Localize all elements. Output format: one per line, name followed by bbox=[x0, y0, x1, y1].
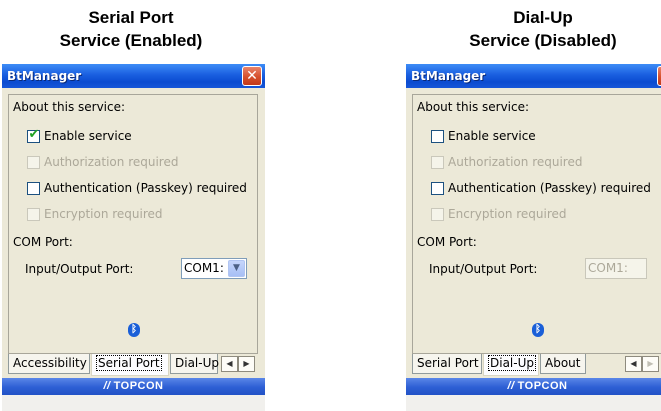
enable-service-label: Enable service bbox=[44, 129, 132, 143]
authentication-checkbox[interactable] bbox=[431, 181, 444, 195]
io-port-label: Input/Output Port: bbox=[25, 262, 134, 276]
service-panel: About this service: ✔ Enable service Aut… bbox=[8, 94, 258, 354]
bluetooth-icon: ᛒ bbox=[128, 323, 140, 337]
footer-brand: TOPCON bbox=[113, 380, 164, 392]
checkbox-row-authorization: Authorization required bbox=[27, 155, 178, 169]
caption-line-1: Serial Port bbox=[88, 8, 174, 27]
encryption-checkbox bbox=[27, 207, 40, 221]
arrow-right-icon[interactable]: ▶ bbox=[238, 356, 255, 372]
caption-line-2: Service (Enabled) bbox=[59, 31, 203, 50]
io-port-select: COM1: bbox=[585, 258, 647, 279]
tab-dial-up[interactable]: Dial-Up bbox=[170, 354, 219, 374]
enable-service-checkbox[interactable]: ✔ bbox=[27, 126, 40, 143]
enable-service-label: Enable service bbox=[448, 129, 536, 143]
tab-bar: Serial Port Dial-Up About ◀ ▶ bbox=[412, 354, 661, 376]
chevron-down-icon[interactable]: ▼ bbox=[228, 260, 245, 277]
checkbox-row-encryption: Encryption required bbox=[27, 207, 163, 221]
title-bar: BtManager ✕ bbox=[2, 64, 265, 88]
bluetooth-icon: ᛒ bbox=[532, 323, 544, 337]
checkbox-row-authentication[interactable]: Authentication (Passkey) required bbox=[27, 181, 247, 195]
encryption-label: Encryption required bbox=[44, 207, 163, 221]
caption-serial-port: Serial Port Service (Enabled) bbox=[6, 6, 256, 52]
topcon-logo-icon: // bbox=[507, 380, 515, 392]
window-title: BtManager bbox=[7, 69, 82, 83]
topcon-footer: //TOPCON bbox=[2, 378, 265, 395]
encryption-label: Encryption required bbox=[448, 207, 567, 221]
tab-serial-port-label: Serial Port bbox=[417, 356, 479, 370]
tab-accessibility-label: Accessibility bbox=[13, 356, 87, 370]
tab-about[interactable]: About bbox=[540, 354, 586, 374]
arrow-left-icon[interactable]: ◀ bbox=[625, 356, 642, 372]
checkbox-row-enable-service[interactable]: ✔ Enable service bbox=[27, 126, 132, 143]
tab-bar: Accessibility Serial Port Dial-Up ◀ ▶ bbox=[8, 354, 265, 376]
tab-scroll-buttons: ◀ ▶ bbox=[625, 356, 659, 372]
arrow-left-icon[interactable]: ◀ bbox=[221, 356, 238, 372]
checkbox-row-authentication[interactable]: Authentication (Passkey) required bbox=[431, 181, 651, 195]
close-button[interactable]: ✕ bbox=[657, 66, 661, 86]
caption-dial-up: Dial-Up Service (Disabled) bbox=[418, 6, 661, 52]
checkbox-row-enable-service[interactable]: Enable service bbox=[431, 129, 536, 143]
tab-accessibility[interactable]: Accessibility bbox=[8, 354, 90, 374]
authentication-label: Authentication (Passkey) required bbox=[44, 181, 247, 195]
com-port-label: COM Port: bbox=[13, 235, 73, 249]
authentication-checkbox[interactable] bbox=[27, 181, 40, 195]
tab-dial-up-label: Dial-Up bbox=[175, 356, 219, 370]
btmanager-window-dialup: BtManager ✕ About this service: Enable s… bbox=[406, 64, 661, 411]
tab-scroll-buttons: ◀ ▶ bbox=[221, 356, 255, 372]
about-service-label: About this service: bbox=[417, 100, 530, 114]
caption-line-1: Dial-Up bbox=[513, 8, 573, 27]
tab-serial-port[interactable]: Serial Port bbox=[412, 354, 482, 374]
checkbox-row-encryption: Encryption required bbox=[431, 207, 567, 221]
checkbox-row-authorization: Authorization required bbox=[431, 155, 582, 169]
tab-about-label: About bbox=[545, 356, 581, 370]
caption-line-2: Service (Disabled) bbox=[469, 31, 617, 50]
io-port-label: Input/Output Port: bbox=[429, 262, 538, 276]
btmanager-window-serial: BtManager ✕ About this service: ✔ Enable… bbox=[2, 64, 265, 411]
tab-dial-up-label: Dial-Up bbox=[488, 355, 536, 371]
tab-serial-port[interactable]: Serial Port bbox=[91, 354, 169, 376]
window-title: BtManager bbox=[411, 69, 486, 83]
authorization-checkbox bbox=[27, 155, 40, 169]
service-panel: About this service: Enable service Autho… bbox=[412, 94, 661, 354]
encryption-checkbox bbox=[431, 207, 444, 221]
bottom-strip bbox=[2, 395, 265, 411]
close-button[interactable]: ✕ bbox=[242, 66, 262, 86]
footer-brand: TOPCON bbox=[517, 380, 568, 392]
about-service-label: About this service: bbox=[13, 100, 126, 114]
tab-serial-port-label: Serial Port bbox=[96, 355, 162, 371]
close-icon: ✕ bbox=[246, 68, 258, 84]
arrow-right-icon[interactable]: ▶ bbox=[642, 356, 659, 372]
checkmark-icon: ✔ bbox=[28, 126, 40, 142]
authentication-label: Authentication (Passkey) required bbox=[448, 181, 651, 195]
tab-dial-up[interactable]: Dial-Up bbox=[483, 354, 539, 376]
io-port-select[interactable]: COM1: ▼ bbox=[181, 258, 247, 279]
authorization-label: Authorization required bbox=[448, 155, 583, 169]
io-port-value: COM1: bbox=[184, 261, 224, 275]
topcon-footer: //TOPCON bbox=[406, 378, 661, 395]
authorization-checkbox bbox=[431, 155, 444, 169]
topcon-logo-icon: // bbox=[103, 380, 111, 392]
authorization-label: Authorization required bbox=[44, 155, 179, 169]
com-port-label: COM Port: bbox=[417, 235, 477, 249]
title-bar: BtManager ✕ bbox=[406, 64, 661, 88]
enable-service-checkbox[interactable] bbox=[431, 129, 444, 143]
io-port-value: COM1: bbox=[588, 261, 628, 275]
bottom-strip bbox=[406, 395, 661, 411]
